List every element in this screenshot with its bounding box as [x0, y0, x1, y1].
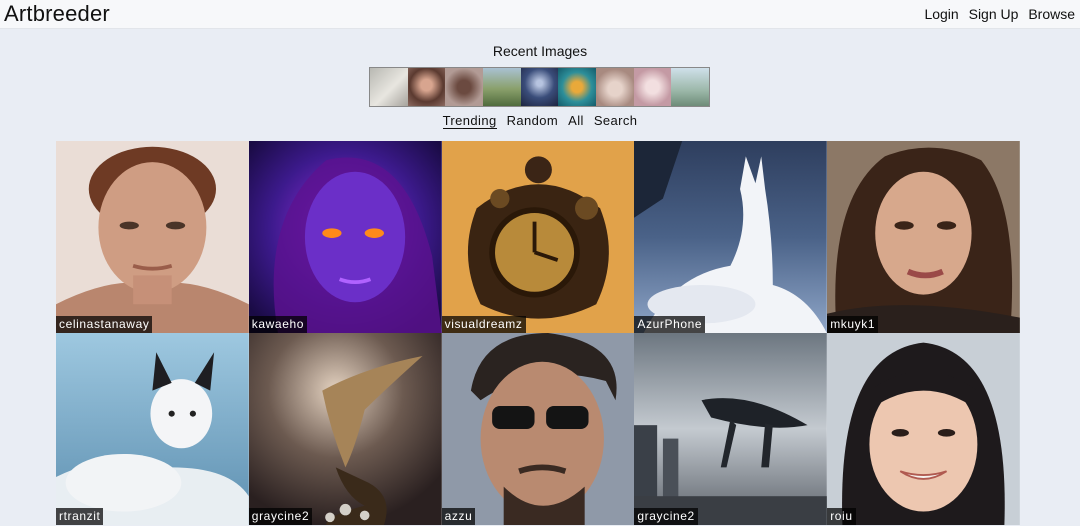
recent-thumb[interactable] — [407, 68, 446, 106]
recent-thumb[interactable] — [633, 68, 672, 106]
image-tile[interactable]: roiu — [827, 333, 1020, 525]
recent-thumb[interactable] — [671, 68, 710, 106]
portrait-image — [56, 141, 249, 333]
recent-thumb[interactable] — [558, 68, 597, 106]
image-tile[interactable]: kawaeho — [248, 141, 442, 333]
image-tile[interactable]: celinastanaway — [56, 141, 249, 333]
username-label[interactable]: rtranzit — [56, 508, 104, 525]
recent-thumb[interactable] — [483, 68, 521, 106]
login-link[interactable]: Login — [924, 6, 958, 22]
browse-link[interactable]: Browse — [1028, 6, 1075, 22]
tab-trending[interactable]: Trending — [442, 113, 497, 129]
signup-link[interactable]: Sign Up — [969, 6, 1019, 22]
image-grid: celinastanaway kawaeho visualdreamz Azur… — [56, 141, 1020, 525]
recent-thumb[interactable] — [596, 68, 634, 106]
tab-all[interactable]: All — [568, 113, 584, 128]
eagle-image — [248, 333, 442, 525]
image-tile[interactable]: azzu — [441, 333, 635, 525]
recent-images-strip — [369, 67, 710, 107]
image-tile[interactable]: mkuyk1 — [827, 141, 1020, 333]
image-tile[interactable]: visualdreamz — [441, 141, 635, 333]
image-tile[interactable]: graycine2 — [248, 333, 442, 525]
city-image — [634, 333, 828, 525]
fox-image — [56, 333, 249, 525]
recent-thumb[interactable] — [370, 68, 408, 106]
tab-search[interactable]: Search — [594, 113, 638, 128]
portrait-image — [827, 141, 1020, 333]
username-label[interactable]: visualdreamz — [441, 316, 526, 333]
clock-image — [441, 141, 635, 333]
portrait-image — [248, 141, 442, 333]
tab-random[interactable]: Random — [507, 113, 559, 128]
logo[interactable]: Artbreeder — [4, 1, 110, 27]
feed-tabs: Trending Random All Search — [0, 113, 1080, 129]
creature-image — [634, 141, 828, 333]
portrait-image — [827, 333, 1020, 525]
portrait-image — [441, 333, 635, 525]
username-label[interactable]: roiu — [827, 508, 856, 525]
recent-thumb[interactable] — [445, 68, 484, 106]
username-label[interactable]: celinastanaway — [56, 316, 153, 333]
recent-thumb[interactable] — [520, 68, 559, 106]
image-tile[interactable]: graycine2 — [634, 333, 828, 525]
recent-images-title: Recent Images — [492, 43, 588, 59]
username-label[interactable]: azzu — [441, 508, 476, 525]
username-label[interactable]: mkuyk1 — [827, 316, 879, 333]
image-tile[interactable]: rtranzit — [56, 333, 249, 525]
image-tile[interactable]: AzurPhone — [634, 141, 828, 333]
username-label[interactable]: AzurPhone — [634, 316, 706, 333]
top-nav: Login Sign Up Browse — [918, 6, 1075, 22]
username-label[interactable]: kawaeho — [248, 316, 308, 333]
username-label[interactable]: graycine2 — [248, 508, 313, 525]
top-bar: Artbreeder Login Sign Up Browse — [0, 0, 1080, 29]
username-label[interactable]: graycine2 — [634, 508, 698, 525]
